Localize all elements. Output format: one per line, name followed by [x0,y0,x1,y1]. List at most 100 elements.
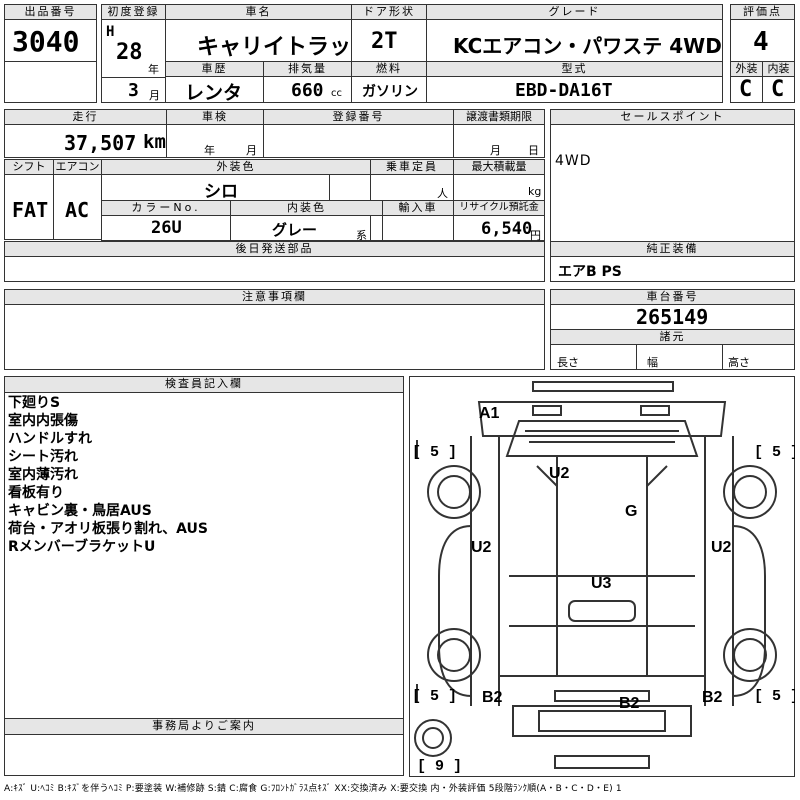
cautions-cell [4,304,545,370]
fuel-value: ガソリン [362,84,418,100]
lot-no-value: 3040 [12,25,80,58]
later-parts-header: 後日発送部品 [4,241,545,257]
chassis-value: 265149 [636,305,709,329]
damage-legend: A:ｷｽﾞ U:ﾍｺﾐ B:ｷｽﾞを伴うﾍｺﾐ P:要塗装 W:補修跡 S:錆 … [4,784,622,794]
model-code-header: 型式 [426,61,723,77]
model-code-value: EBD-DA16T [515,80,613,101]
max-load-header: 最大積載量 [453,159,545,175]
mark-u3: U3 [591,575,612,592]
inspector-header: 検査員記入欄 [4,376,404,393]
specs-width-label: 幅 [647,356,658,369]
ext-color-sub [329,174,371,201]
inspector-line: 室内薄汚れ [8,467,78,483]
history-value: レンタ [185,82,243,104]
ext-color-header: 外装色 [101,159,371,175]
reg-no-header: 登録番号 [263,109,454,125]
recycle-header: リサイクル預託金 [453,200,545,216]
exterior-header: 外装 [730,61,763,77]
inspection-header: 車検 [166,109,264,125]
mileage-unit: km [143,131,166,153]
capacity-header: 乗車定員 [370,159,454,175]
office-cell [4,734,404,776]
shift-value: FAT [12,198,49,222]
mark-u2-top: U2 [549,465,570,482]
interior-header: 内装 [762,61,795,77]
int-color-header: 内装色 [230,200,383,216]
inspector-line: RメンバーブラケットU [8,539,156,555]
mileage-value: 37,507 [64,131,137,155]
fuel-header: 燃料 [351,61,427,77]
exterior-value: C [739,77,753,102]
lot-no-lower [4,61,97,103]
tire-depth-spare: [ 9 ] [417,758,462,775]
car-name-header: 車名 [165,4,352,20]
mileage-header: 走行 [4,109,167,125]
aircon-header: エアコン [53,159,102,175]
reg-no-cell [263,124,454,158]
equipment-value: エアB PS [558,264,622,280]
tire-depth-fl: [ 5 ] [412,444,457,461]
tire-depth-fr: [ 5 ] [754,444,795,461]
later-parts-cell [4,256,545,282]
mark-g: G [625,503,637,520]
tire-depth-rl: [ 5 ] [412,688,457,705]
ext-color-value: シロ [204,182,238,202]
specs-height-label: 高さ [728,356,750,369]
first-reg-year-unit: 年 [148,63,159,76]
displacement-unit: cc [331,88,342,99]
sales-point-value: 4WD [555,153,592,169]
inspector-line: シート汚れ [8,449,78,465]
mark-u2-left: U2 [471,539,492,556]
recycle-value: 6,540 [481,219,533,239]
first-reg-era: H [106,24,115,40]
shift-header: シフト [4,159,54,175]
mark-b2-right: B2 [702,689,723,706]
transfer-day-unit: 日 [528,144,539,157]
inspection-year-unit: 年 [204,144,215,157]
equipment-header: 純正装備 [550,241,795,257]
displacement-header: 排気量 [263,61,352,77]
inspector-line: 下廻りS [8,395,61,411]
door-value: 2T [371,29,398,54]
office-header: 事務局よりご案内 [4,718,404,735]
inspector-line: 看板有り [8,485,64,501]
grade-header: グレード [426,4,723,20]
import-cell [382,215,454,241]
history-header: 車歴 [165,61,264,77]
aircon-value: AC [65,198,90,222]
score-value: 4 [753,27,769,57]
first-reg-header: 初度登録 [101,4,166,20]
inspector-line: 荷台・アオリ板張り割れ、AUS [8,521,208,537]
mark-b2-left: B2 [482,689,503,706]
cautions-header: 注意事項欄 [4,289,545,305]
first-reg-year: 28 [116,40,143,65]
score-header: 評価点 [730,4,795,20]
import-header: 輸入車 [382,200,454,216]
chassis-header: 車台番号 [550,289,795,305]
specs-length-label: 長さ [557,356,579,369]
sales-point-cell [550,124,795,242]
mark-a1: A1 [479,405,500,422]
grade-value: KCエアコン・パワステ 4WD [453,34,722,58]
car-name-value: キャリイトラック [197,35,374,60]
specs-header: 諸元 [550,329,795,345]
inspector-line: キャビン裏・鳥居AUS [8,503,152,519]
transfer-header: 譲渡書類期限 [453,109,545,125]
inspector-line: 室内内張傷 [8,413,78,429]
color-no-value: 26U [151,218,182,238]
tire-depth-rr: [ 5 ] [754,688,795,705]
transfer-month-unit: 月 [490,144,501,157]
int-color-value: グレー [272,221,318,239]
mark-b2-mid: B2 [619,695,640,712]
interior-value: C [771,77,785,102]
displacement-value: 660 [291,80,324,101]
sales-point-header: セールスポイント [550,109,795,125]
inspection-month-unit: 月 [246,144,257,157]
first-reg-month: 3 [128,80,139,101]
mark-u2-right: U2 [711,539,732,556]
door-header: ドア形状 [351,4,427,20]
vehicle-diagram: A1 U2 G U2 U2 U3 B2 B2 B2 [ 5 ] [ 5 ] [ … [409,376,795,777]
capacity-unit: 人 [437,187,448,200]
lot-no-header: 出品番号 [4,4,97,20]
max-load-unit: kg [528,185,542,198]
